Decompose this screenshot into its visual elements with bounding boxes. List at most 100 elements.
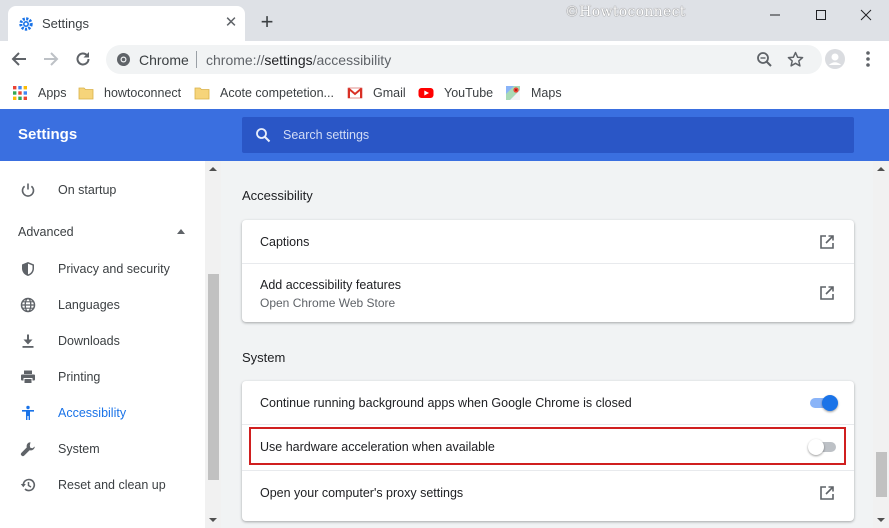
maximize-button[interactable] bbox=[798, 0, 844, 30]
sidebar-item-label: Printing bbox=[58, 370, 101, 384]
open-external-icon[interactable] bbox=[819, 234, 835, 250]
close-icon bbox=[860, 9, 872, 21]
scroll-down-arrow-icon[interactable] bbox=[209, 518, 217, 522]
apps-grid-icon bbox=[12, 85, 28, 101]
zoom-icon[interactable] bbox=[756, 51, 773, 68]
annotation-highlight-box bbox=[249, 427, 846, 465]
sidebar-item-system[interactable]: System bbox=[0, 431, 205, 467]
bookmark-youtube[interactable]: YouTube bbox=[418, 84, 493, 102]
sidebar-item-accessibility[interactable]: Accessibility bbox=[0, 395, 205, 431]
bookmark-label: Acote competetion... bbox=[220, 86, 334, 100]
search-placeholder: Search settings bbox=[283, 128, 370, 142]
bookmark-label: YouTube bbox=[444, 86, 494, 100]
more-menu-icon[interactable] bbox=[858, 49, 878, 69]
sidebar-item-printing[interactable]: Printing bbox=[0, 359, 205, 395]
minimize-button[interactable] bbox=[752, 0, 798, 30]
sidebar-item-downloads[interactable]: Downloads bbox=[0, 323, 205, 359]
folder-icon bbox=[78, 85, 94, 101]
maps-icon bbox=[505, 85, 521, 101]
bookmark-label: Apps bbox=[38, 86, 67, 100]
bookmark-star-icon[interactable] bbox=[787, 51, 804, 68]
toggle-knob bbox=[822, 395, 838, 411]
bookmark-apps[interactable]: Apps bbox=[12, 84, 67, 102]
open-external-icon[interactable] bbox=[819, 485, 835, 501]
sidebar-scroll-thumb[interactable] bbox=[208, 274, 219, 480]
globe-icon bbox=[20, 297, 36, 313]
background-apps-row[interactable]: Continue running background apps when Go… bbox=[242, 381, 854, 424]
minimize-icon bbox=[770, 14, 780, 16]
folder-icon bbox=[194, 85, 210, 101]
tab-settings[interactable]: Settings ✕ bbox=[8, 6, 245, 41]
settings-gear-icon bbox=[18, 16, 34, 32]
bookmark-label: Gmail bbox=[373, 86, 406, 100]
restore-icon bbox=[20, 477, 36, 493]
gmail-icon bbox=[347, 85, 363, 101]
maximize-icon bbox=[816, 10, 826, 20]
search-icon bbox=[255, 127, 271, 143]
reload-icon[interactable] bbox=[73, 49, 93, 69]
row-label: Captions bbox=[260, 235, 310, 249]
close-window-button[interactable] bbox=[843, 0, 889, 30]
watermark: ©Howtoconnect bbox=[565, 4, 686, 20]
tab-title: Settings bbox=[42, 16, 89, 31]
advanced-section-toggle[interactable]: Advanced bbox=[18, 225, 74, 239]
settings-sidebar: On startup Advanced Privacy and security… bbox=[0, 161, 220, 528]
bookmarks-bar: Apps howtoconnect Acote competetion... G… bbox=[0, 78, 889, 109]
accessibility-icon bbox=[20, 405, 36, 421]
new-tab-button[interactable]: + bbox=[257, 11, 277, 33]
power-icon bbox=[20, 182, 36, 198]
tab-strip: Settings ✕ + ©Howtoconnect bbox=[0, 0, 889, 41]
sidebar-item-label: Downloads bbox=[58, 334, 120, 348]
sidebar-item-privacy[interactable]: Privacy and security bbox=[0, 251, 205, 287]
printer-icon bbox=[20, 369, 36, 385]
row-label: Continue running background apps when Go… bbox=[260, 396, 632, 410]
system-section-title: System bbox=[242, 350, 286, 365]
bookmark-acote[interactable]: Acote competetion... bbox=[194, 84, 334, 102]
back-arrow-icon[interactable] bbox=[9, 49, 29, 69]
main-scroll-thumb[interactable] bbox=[876, 452, 887, 497]
sidebar-item-label: On startup bbox=[58, 183, 117, 197]
download-icon bbox=[20, 333, 36, 349]
settings-header: Settings Search settings bbox=[0, 109, 889, 161]
settings-main: Accessibility Captions Add accessibility… bbox=[221, 161, 873, 528]
bookmark-label: Maps bbox=[531, 86, 562, 100]
accessibility-section-title: Accessibility bbox=[242, 188, 313, 203]
forward-arrow-icon[interactable] bbox=[41, 49, 61, 69]
sidebar-scrollbar[interactable] bbox=[205, 161, 221, 528]
bookmark-maps[interactable]: Maps bbox=[505, 84, 562, 102]
add-accessibility-features-row[interactable]: Add accessibility features Open Chrome W… bbox=[242, 264, 854, 322]
profile-avatar-icon[interactable] bbox=[825, 49, 845, 69]
omnibox-url: chrome://settings/accessibility bbox=[206, 52, 392, 68]
row-label: Add accessibility features bbox=[260, 278, 402, 292]
open-external-icon[interactable] bbox=[819, 285, 835, 301]
main-scrollbar[interactable] bbox=[873, 161, 889, 528]
scroll-up-arrow-icon[interactable] bbox=[877, 167, 885, 171]
close-tab-icon[interactable]: ✕ bbox=[222, 14, 240, 32]
omnibox-site-label: Chrome bbox=[139, 52, 189, 68]
toolbar: Chrome chrome://settings/accessibility bbox=[0, 41, 889, 78]
sidebar-item-label: Reset and clean up bbox=[58, 478, 166, 492]
scroll-up-arrow-icon[interactable] bbox=[209, 167, 217, 171]
address-bar[interactable]: Chrome chrome://settings/accessibility bbox=[106, 45, 822, 74]
chrome-secure-icon bbox=[116, 52, 131, 67]
bookmark-gmail[interactable]: Gmail bbox=[347, 84, 406, 102]
sidebar-item-label: Accessibility bbox=[58, 406, 127, 420]
row-sublabel: Open Chrome Web Store bbox=[260, 296, 396, 310]
omnibox-separator bbox=[196, 51, 197, 68]
sidebar-item-label: System bbox=[58, 442, 100, 456]
shield-icon bbox=[20, 261, 36, 277]
background-apps-toggle[interactable] bbox=[808, 395, 838, 411]
caret-up-icon[interactable] bbox=[177, 229, 185, 234]
accessibility-card: Captions Add accessibility features Open… bbox=[242, 220, 854, 322]
search-settings-input[interactable]: Search settings bbox=[242, 117, 854, 153]
sidebar-item-label: Privacy and security bbox=[58, 262, 170, 276]
proxy-settings-row[interactable]: Open your computer's proxy settings bbox=[242, 471, 854, 521]
sidebar-item-on-startup[interactable]: On startup bbox=[0, 172, 205, 208]
sidebar-item-reset[interactable]: Reset and clean up bbox=[0, 467, 205, 503]
bookmark-label: howtoconnect bbox=[104, 86, 182, 100]
youtube-icon bbox=[418, 85, 434, 101]
bookmark-howtoconnect[interactable]: howtoconnect bbox=[78, 84, 181, 102]
scroll-down-arrow-icon[interactable] bbox=[877, 518, 885, 522]
sidebar-item-languages[interactable]: Languages bbox=[0, 287, 205, 323]
captions-row[interactable]: Captions bbox=[242, 220, 854, 263]
